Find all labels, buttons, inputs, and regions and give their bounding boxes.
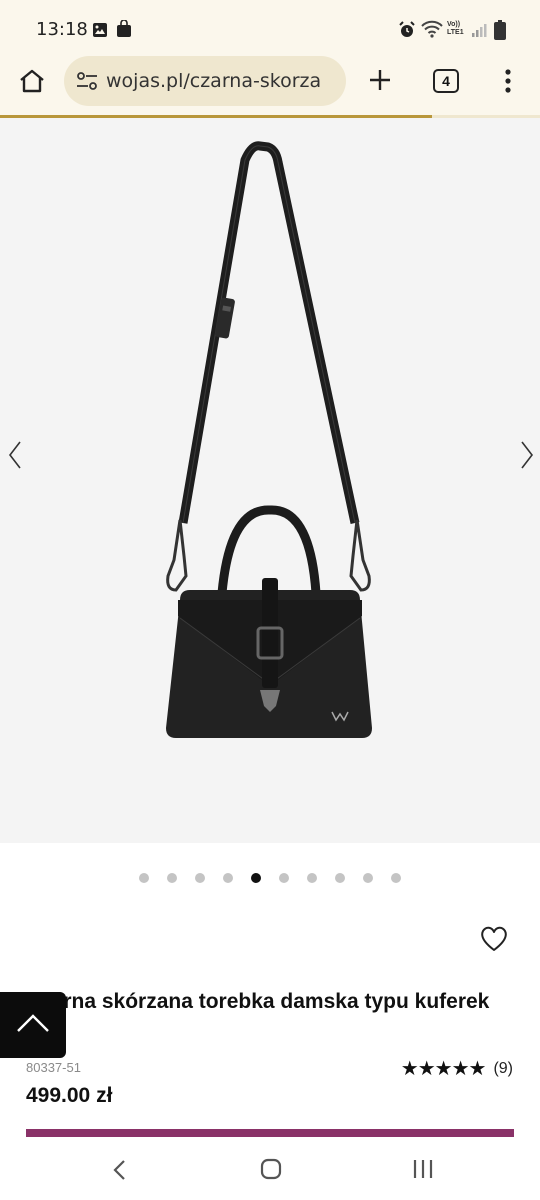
recent-apps-icon[interactable] xyxy=(412,1159,434,1179)
product-sku: 80337-51 xyxy=(26,1060,81,1075)
home-icon[interactable] xyxy=(18,68,46,94)
volte-label: Vo)) xyxy=(447,21,461,28)
browser-toolbar: wojas.pl/czarna-skorza 4 xyxy=(0,56,540,116)
next-image-arrow-icon[interactable] xyxy=(514,440,538,470)
home-button-icon[interactable] xyxy=(260,1158,282,1180)
scroll-to-top-button[interactable] xyxy=(0,992,66,1058)
pagination-dot[interactable] xyxy=(223,873,233,883)
tab-switcher-button[interactable]: 4 xyxy=(433,69,459,93)
gallery-icon xyxy=(93,23,107,37)
back-icon[interactable] xyxy=(112,1159,128,1181)
battery-icon xyxy=(494,20,506,40)
address-bar[interactable]: wojas.pl/czarna-skorza xyxy=(64,56,346,106)
status-time: 13:18 xyxy=(36,19,88,40)
browser-screen: 13:18 Vo)) LTE1 wojas.pl/czarna-skorza 4… xyxy=(0,0,540,1200)
pagination-dot[interactable] xyxy=(307,873,317,883)
pagination-dot[interactable] xyxy=(363,873,373,883)
heart-icon[interactable] xyxy=(480,926,508,952)
pagination-dot[interactable] xyxy=(391,873,401,883)
pagination-dot-active[interactable] xyxy=(251,873,261,883)
rating-stars: ★★★★★ xyxy=(400,1058,487,1080)
status-bar: 13:18 Vo)) LTE1 xyxy=(0,0,540,56)
chevron-up-icon xyxy=(17,1014,49,1032)
product-price: 499.00 zł xyxy=(26,1084,113,1107)
site-settings-icon[interactable] xyxy=(76,71,98,91)
gallery-pagination-dots xyxy=(0,873,540,889)
pagination-dot[interactable] xyxy=(335,873,345,883)
add-to-cart-button[interactable] xyxy=(26,1129,514,1137)
product-image-gallery[interactable] xyxy=(0,118,540,843)
pagination-dot[interactable] xyxy=(167,873,177,883)
previous-image-arrow-icon[interactable] xyxy=(4,440,28,470)
tab-count: 4 xyxy=(442,73,450,89)
signal-icon xyxy=(472,24,487,37)
url-text[interactable]: wojas.pl/czarna-skorza xyxy=(106,70,338,92)
rating-count: (9) xyxy=(493,1059,513,1077)
wifi-icon xyxy=(421,20,443,38)
pagination-dot[interactable] xyxy=(195,873,205,883)
pagination-dot[interactable] xyxy=(139,873,149,883)
volte-indicator: Vo)) LTE1 xyxy=(447,21,464,37)
pagination-dot[interactable] xyxy=(279,873,289,883)
system-navigation-bar xyxy=(0,1137,540,1200)
bag-icon xyxy=(117,20,131,37)
new-tab-icon[interactable] xyxy=(368,68,392,92)
lte-label: LTE1 xyxy=(447,29,464,36)
product-rating[interactable]: ★★★★★ (9) xyxy=(401,1056,513,1081)
more-menu-icon[interactable] xyxy=(500,68,516,94)
product-image xyxy=(166,141,372,738)
product-title: Czarna skórzana torebka damska typu kufe… xyxy=(26,990,490,1013)
alarm-icon xyxy=(399,21,415,37)
